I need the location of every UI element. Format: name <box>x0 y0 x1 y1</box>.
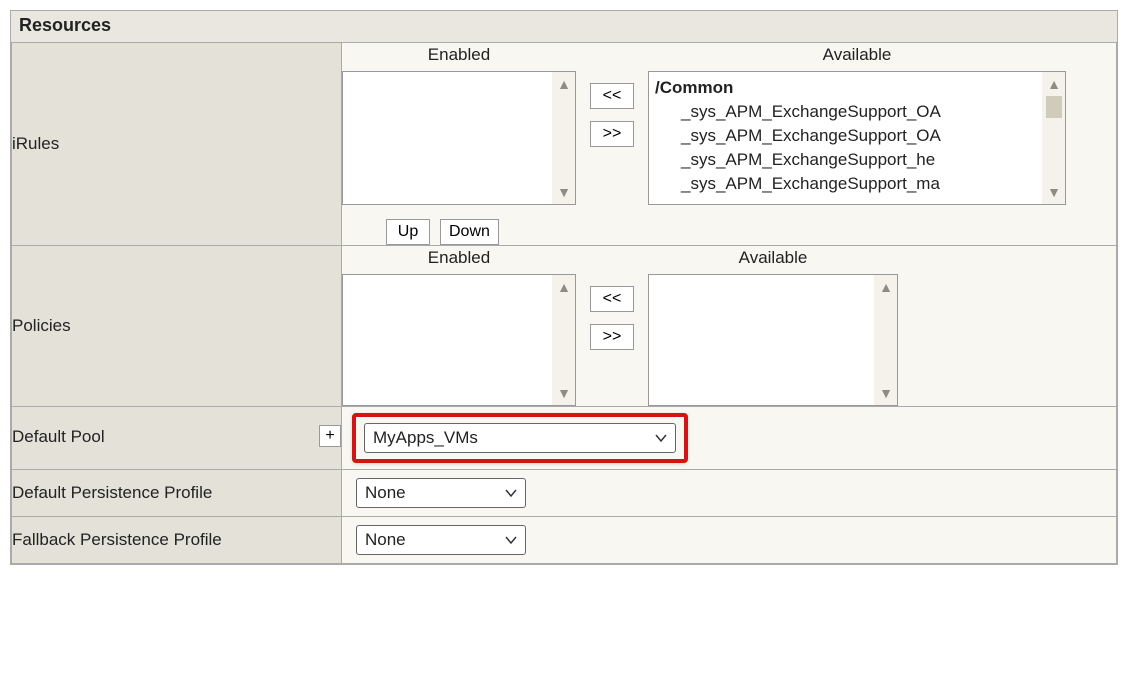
row-irules: iRules Enabled ▲ ▼ <box>12 43 1117 246</box>
list-item[interactable]: _sys_APM_ExchangeSupport_OA <box>655 100 1039 124</box>
list-group: /Common <box>655 76 1039 100</box>
scroll-down-icon[interactable]: ▼ <box>1047 180 1061 204</box>
label-default-persist: Default Persistence Profile <box>12 470 342 517</box>
default-persist-value: None <box>365 483 406 503</box>
move-right-button[interactable]: >> <box>590 121 634 147</box>
policies-available-header: Available <box>648 246 898 274</box>
scroll-down-icon[interactable]: ▼ <box>557 381 571 405</box>
field-default-pool: MyApps_VMs <box>342 407 1117 470</box>
highlight-default-pool: MyApps_VMs <box>352 413 688 463</box>
default-pool-select[interactable]: MyApps_VMs <box>364 423 676 453</box>
scroll-down-icon[interactable]: ▼ <box>557 180 571 204</box>
up-button[interactable]: Up <box>386 219 430 245</box>
irules-available-list[interactable]: /Common _sys_APM_ExchangeSupport_OA _sys… <box>648 71 1066 205</box>
irules-available-items: /Common _sys_APM_ExchangeSupport_OA _sys… <box>655 76 1039 202</box>
move-left-button[interactable]: << <box>590 286 634 312</box>
default-pool-value: MyApps_VMs <box>373 428 478 448</box>
field-irules: Enabled ▲ ▼ <box>342 43 1117 246</box>
chevron-down-icon <box>504 533 518 547</box>
resources-table: iRules Enabled ▲ ▼ <box>11 42 1117 564</box>
scroll-down-icon[interactable]: ▼ <box>879 381 893 405</box>
row-default-pool: Default Pool + MyApps_VMs <box>12 407 1117 470</box>
scrollbar[interactable]: ▲ ▼ <box>552 72 575 204</box>
move-left-button[interactable]: << <box>590 83 634 109</box>
scroll-up-icon[interactable]: ▲ <box>879 275 893 299</box>
list-item[interactable]: _sys_APM_ExchangeSupport_he <box>655 148 1039 172</box>
list-item[interactable]: _sys_APM_ExchangeSupport_OA <box>655 124 1039 148</box>
chevron-down-icon <box>504 486 518 500</box>
scroll-up-icon[interactable]: ▲ <box>557 72 571 96</box>
list-item[interactable]: _sys_APM_ExchangeSupport_ma <box>655 172 1039 196</box>
fallback-persist-value: None <box>365 530 406 550</box>
label-fallback-persist: Fallback Persistence Profile <box>12 517 342 564</box>
scroll-up-icon[interactable]: ▲ <box>1047 72 1061 96</box>
irules-enabled-header: Enabled <box>342 43 576 71</box>
row-policies: Policies Enabled ▲ ▼ <box>12 246 1117 407</box>
default-persist-select[interactable]: None <box>356 478 526 508</box>
row-fallback-persist: Fallback Persistence Profile None <box>12 517 1117 564</box>
irules-enabled-list[interactable]: ▲ ▼ <box>342 71 576 205</box>
policies-enabled-list[interactable]: ▲ ▼ <box>342 274 576 406</box>
down-button[interactable]: Down <box>440 219 499 245</box>
add-pool-button[interactable]: + <box>319 425 341 447</box>
field-policies: Enabled ▲ ▼ << <box>342 246 1117 407</box>
policies-enabled-header: Enabled <box>342 246 576 274</box>
scroll-up-icon[interactable]: ▲ <box>557 275 571 299</box>
irules-enabled-items <box>349 76 549 202</box>
label-default-pool: Default Pool + <box>12 407 342 470</box>
resources-panel: Resources iRules Enabled ▲ <box>10 10 1118 565</box>
panel-title: Resources <box>11 11 1117 42</box>
label-policies: Policies <box>12 246 342 407</box>
row-default-persist: Default Persistence Profile None <box>12 470 1117 517</box>
scrollbar[interactable]: ▲ ▼ <box>552 275 575 405</box>
move-right-button[interactable]: >> <box>590 324 634 350</box>
policies-available-list[interactable]: ▲ ▼ <box>648 274 898 406</box>
label-default-pool-text: Default Pool <box>12 427 105 446</box>
field-fallback-persist: None <box>342 517 1117 564</box>
irules-available-header: Available <box>648 43 1066 71</box>
fallback-persist-select[interactable]: None <box>356 525 526 555</box>
scrollbar[interactable]: ▲ ▼ <box>874 275 897 405</box>
chevron-down-icon <box>654 431 668 445</box>
label-irules: iRules <box>12 43 342 246</box>
field-default-persist: None <box>342 470 1117 517</box>
scrollbar[interactable]: ▲ ▼ <box>1042 72 1065 204</box>
